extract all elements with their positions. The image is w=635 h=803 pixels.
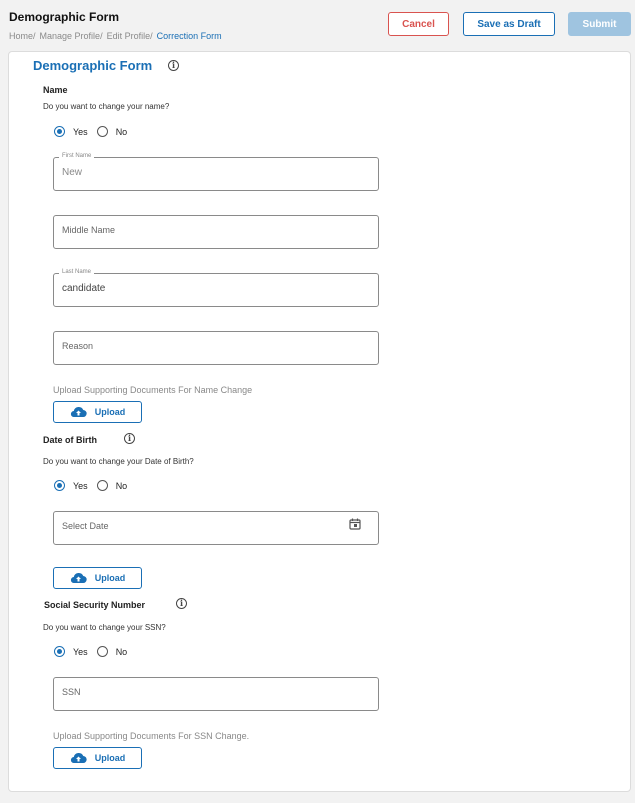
middle-name-placeholder: Middle Name (62, 225, 116, 235)
ssn-field[interactable]: SSN (53, 677, 379, 711)
ssn-change-radio-group: Yes No (54, 646, 127, 657)
name-no-radio[interactable] (96, 126, 108, 137)
cloud-upload-icon (70, 752, 87, 764)
dob-upload-button[interactable]: Upload (53, 567, 142, 589)
ssn-yes-radio[interactable] (54, 646, 65, 657)
name-no-label[interactable]: No (116, 127, 128, 137)
cloud-upload-icon (70, 406, 87, 418)
ssn-upload-label: Upload (94, 753, 126, 763)
name-upload-label: Upload (94, 407, 126, 417)
reason-placeholder: Reason (62, 341, 94, 351)
ssn-change-question: Do you want to change your SSN? (43, 623, 166, 632)
last-name-label: Last Name (59, 269, 95, 275)
breadcrumb-manage-profile[interactable]: Manage Profile/ (40, 31, 103, 41)
ssn-no-radio[interactable] (96, 646, 108, 657)
first-name-field[interactable]: First Name New (53, 153, 379, 191)
info-icon[interactable]: i (168, 60, 179, 71)
ssn-info-icon[interactable]: i (176, 598, 187, 609)
dob-yes-label[interactable]: Yes (73, 481, 88, 491)
ssn-upload-button[interactable]: Upload (53, 747, 142, 769)
dob-no-label[interactable]: No (116, 481, 128, 491)
name-section-label: Name (43, 85, 68, 95)
save-draft-button[interactable]: Save as Draft (463, 12, 555, 36)
dob-upload-label: Upload (94, 573, 126, 583)
cancel-button[interactable]: Cancel (388, 12, 449, 36)
dob-section-label: Date of Birth (43, 435, 97, 445)
submit-button[interactable]: Submit (568, 12, 631, 36)
date-of-birth-field[interactable]: Select Date (53, 511, 379, 545)
ssn-section-label: Social Security Number (44, 600, 146, 610)
name-yes-label[interactable]: Yes (73, 127, 88, 137)
name-upload-hint: Upload Supporting Documents For Name Cha… (53, 385, 253, 395)
dob-change-radio-group: Yes No (54, 480, 127, 491)
last-name-value: candidate (62, 283, 106, 294)
calendar-icon[interactable] (349, 517, 361, 535)
dob-info-icon[interactable]: i (124, 433, 135, 444)
first-name-value: New (62, 167, 83, 178)
name-upload-button[interactable]: Upload (53, 401, 142, 423)
name-yes-radio[interactable] (54, 126, 65, 137)
breadcrumb: Home/ Manage Profile/ Edit Profile/ Corr… (9, 31, 222, 41)
reason-field[interactable]: Reason (53, 331, 379, 365)
dob-no-radio[interactable] (96, 480, 108, 491)
ssn-no-label[interactable]: No (116, 647, 128, 657)
first-name-label: First Name (59, 153, 95, 159)
form-title: Demographic Form (33, 58, 153, 73)
date-placeholder: Select Date (62, 521, 109, 531)
name-change-question: Do you want to change your name? (43, 102, 170, 111)
page-title: Demographic Form (9, 10, 120, 24)
ssn-upload-hint: Upload Supporting Documents For SSN Chan… (53, 731, 250, 741)
breadcrumb-home[interactable]: Home/ (9, 31, 36, 41)
dob-change-question: Do you want to change your Date of Birth… (43, 457, 194, 466)
ssn-yes-label[interactable]: Yes (73, 647, 88, 657)
last-name-field[interactable]: Last Name candidate (53, 269, 379, 307)
ssn-placeholder: SSN (62, 687, 81, 697)
middle-name-field[interactable]: Middle Name (53, 215, 379, 249)
cloud-upload-icon (70, 572, 87, 584)
breadcrumb-edit-profile[interactable]: Edit Profile/ (107, 31, 153, 41)
dob-yes-radio[interactable] (54, 480, 65, 491)
name-change-radio-group: Yes No (54, 126, 127, 137)
form-card: Demographic Form i Name Do you want to c… (8, 51, 631, 792)
breadcrumb-correction-form: Correction Form (156, 31, 222, 41)
